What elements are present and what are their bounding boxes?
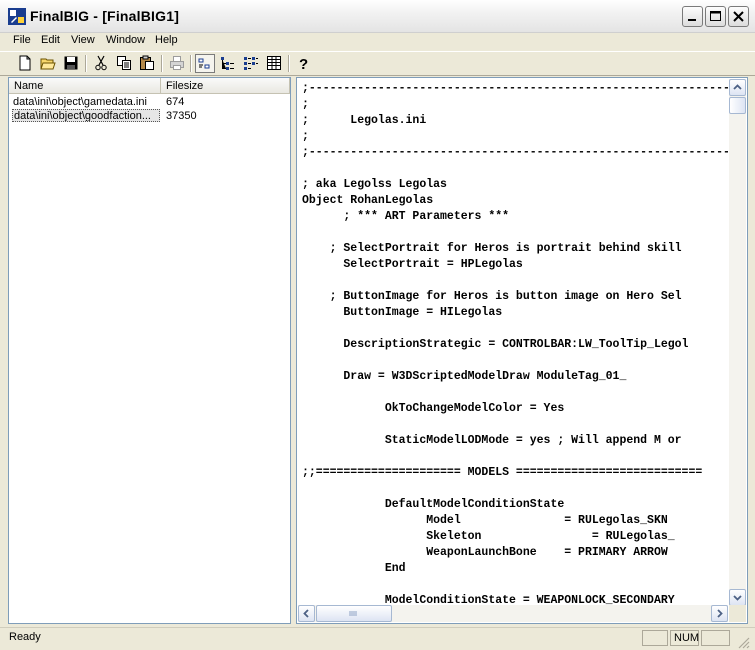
small-icons-view-icon (198, 58, 210, 69)
minimize-icon (688, 19, 696, 21)
scroll-up-button[interactable] (729, 79, 746, 96)
list-view-icon (244, 57, 258, 70)
file-row[interactable]: data\ini\object\gamedata.ini 674 (9, 95, 290, 109)
status-text: Ready (9, 631, 41, 643)
tree-view-icon (221, 57, 234, 70)
menu-window[interactable]: Window (104, 34, 147, 46)
cut-button[interactable] (91, 54, 111, 73)
code-line: ;---------------------------------------… (302, 146, 728, 159)
view-tree-button[interactable] (218, 54, 238, 73)
menu-help[interactable]: Help (153, 34, 180, 46)
maximize-button[interactable] (705, 6, 726, 27)
menu-file[interactable]: File (11, 34, 33, 46)
window-title: FinalBIG - [FinalBIG1] (30, 8, 180, 24)
status-panel-caps (642, 630, 668, 646)
view-list-button[interactable] (241, 54, 261, 73)
cut-icon (95, 55, 107, 71)
code-line: DescriptionStrategic = CONTROLBAR:LW_Too… (302, 338, 689, 351)
close-icon (733, 11, 744, 22)
arrow-right-icon (717, 609, 723, 618)
close-button[interactable] (728, 6, 749, 27)
view-small-icons-button[interactable] (195, 54, 215, 73)
editor-pane: ;---------------------------------------… (296, 77, 748, 624)
code-line: Model = RULegolas_SKN (302, 514, 668, 527)
copy-button[interactable] (114, 54, 134, 73)
title-bar[interactable]: FinalBIG - [FinalBIG1] (0, 0, 755, 33)
paste-icon (140, 55, 154, 70)
code-line: ; SelectPortrait for Heros is portrait b… (302, 242, 682, 255)
file-name: data\ini\object\goodfaction... (12, 109, 160, 122)
code-line: ; *** ART Parameters *** (302, 210, 510, 223)
file-size: 674 (166, 96, 185, 108)
code-line: ;;===================== MODELS =========… (302, 466, 703, 479)
scroll-right-button[interactable] (711, 605, 728, 622)
minimize-button[interactable] (682, 6, 703, 27)
toolbar-separator (190, 55, 192, 72)
code-line: Draw = W3DScriptedModelDraw ModuleTag_01… (302, 370, 627, 383)
arrow-left-icon (303, 609, 309, 618)
print-icon (170, 56, 184, 70)
open-button[interactable] (38, 54, 58, 73)
toolbar-separator (85, 55, 87, 72)
print-button[interactable] (167, 54, 187, 73)
code-line: ; (302, 130, 309, 143)
status-bar: Ready NUM (0, 627, 755, 650)
toolbar-separator (161, 55, 163, 72)
arrow-up-icon (733, 84, 742, 90)
scroll-left-button[interactable] (298, 605, 315, 622)
code-line: Object RohanLegolas (302, 194, 434, 207)
code-line: StaticModelLODMode = yes ; Will append M… (302, 434, 682, 447)
code-line: ButtonImage = HILegolas (302, 306, 503, 319)
column-header-name[interactable]: Name (9, 78, 161, 94)
scrollbar-corner (729, 605, 746, 622)
menu-edit[interactable]: Edit (39, 34, 62, 46)
vertical-scrollbar[interactable] (729, 79, 746, 606)
code-line: End (302, 562, 406, 575)
view-details-button[interactable] (264, 54, 284, 73)
arrow-down-icon (733, 595, 742, 601)
status-panel-scroll (701, 630, 730, 646)
status-panel-num: NUM (670, 630, 699, 646)
help-button[interactable]: ? (293, 54, 313, 73)
new-file-button[interactable] (15, 54, 35, 73)
finalbig-app-icon[interactable] (8, 8, 26, 25)
column-header-filesize[interactable]: Filesize (161, 78, 290, 94)
toolbar: ? (0, 51, 755, 76)
toolbar-separator (288, 55, 290, 72)
vertical-scroll-thumb[interactable] (729, 97, 746, 114)
code-line: DefaultModelConditionState (302, 498, 565, 511)
maximize-icon (710, 11, 721, 21)
code-line: ;---------------------------------------… (302, 82, 728, 95)
code-line: ; Legolas.ini (302, 114, 427, 127)
code-editor[interactable]: ;---------------------------------------… (298, 79, 728, 606)
grip-icon (349, 611, 357, 616)
file-row-selected[interactable]: data\ini\object\goodfaction... 37350 (9, 109, 290, 123)
file-list[interactable]: Name Filesize data\ini\object\gamedata.i… (8, 77, 291, 624)
menu-bar: File Edit View Window Help (0, 33, 755, 51)
copy-icon (117, 56, 131, 70)
details-view-icon (267, 56, 281, 70)
menu-view[interactable]: View (69, 34, 97, 46)
code-line: OkToChangeModelColor = Yes (302, 402, 565, 415)
paste-button[interactable] (137, 54, 157, 73)
resize-grip-icon[interactable] (737, 636, 751, 649)
scroll-down-button[interactable] (729, 589, 746, 606)
code-line: SelectPortrait = HPLegolas (302, 258, 523, 271)
svg-text:?: ? (299, 56, 308, 71)
new-file-icon (19, 55, 31, 71)
code-line: ; (302, 98, 309, 111)
file-size: 37350 (166, 110, 197, 122)
horizontal-scroll-thumb[interactable] (316, 605, 392, 622)
save-icon (64, 56, 78, 70)
save-button[interactable] (61, 54, 81, 73)
code-line: WeaponLaunchBone = PRIMARY ARROW (302, 546, 668, 559)
file-name: data\ini\object\gamedata.ini (13, 96, 147, 108)
open-folder-icon (40, 58, 56, 70)
code-line: Skeleton = RULegolas_ (302, 530, 675, 543)
help-icon: ? (299, 56, 308, 71)
horizontal-scrollbar[interactable] (298, 605, 728, 622)
code-line: ; ButtonImage for Heros is button image … (302, 290, 682, 303)
code-line: ; aka Legolss Legolas (302, 178, 447, 191)
